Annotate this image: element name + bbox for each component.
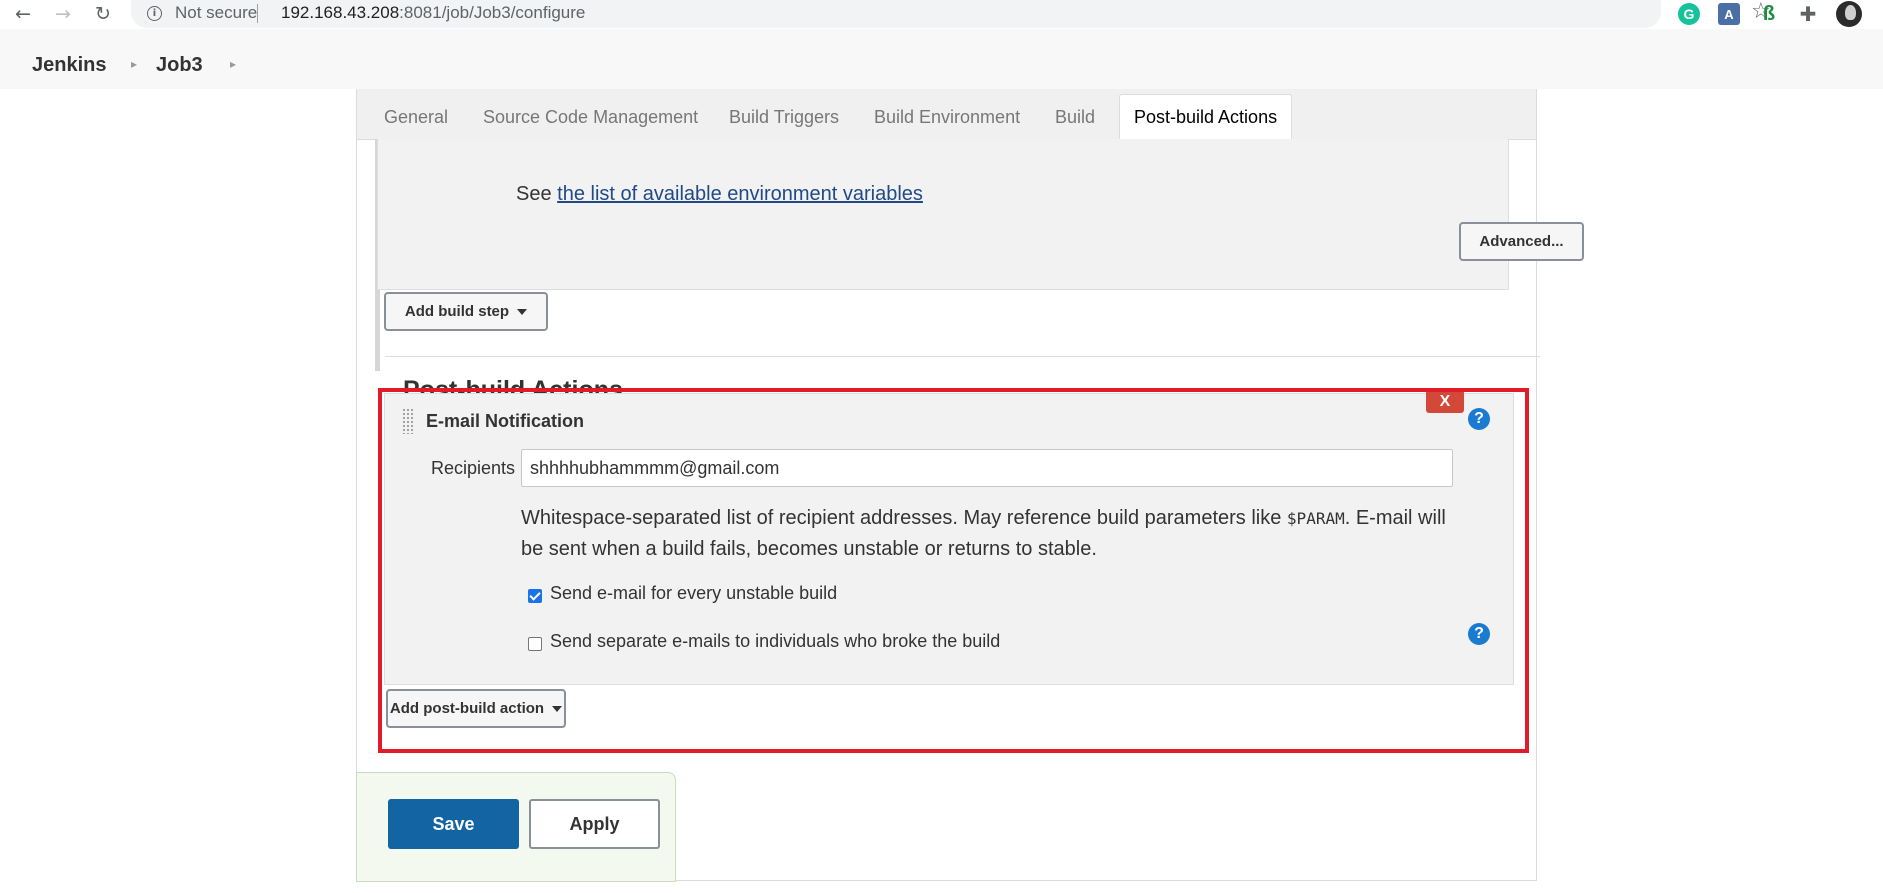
extensions-puzzle-icon[interactable]: ✚ (1797, 3, 1819, 26)
caret-down-icon (517, 308, 528, 315)
grammarly-extension-icon[interactable]: G (1678, 3, 1700, 25)
add-build-step-label: Add build step (404, 303, 510, 320)
env-vars-hint: See the list of available environment va… (516, 183, 923, 206)
profile-avatar[interactable] (1836, 1, 1862, 27)
env-vars-link[interactable]: the list of available environment variab… (557, 183, 923, 205)
tab-build-triggers[interactable]: Build Triggers (729, 107, 839, 128)
breadcrumb-job3[interactable]: Job3 (156, 54, 203, 77)
breadcrumb-chevron-icon[interactable]: ▸ (230, 57, 236, 71)
security-label: Not secure (175, 3, 258, 22)
breadcrumb-jenkins[interactable]: Jenkins (32, 54, 106, 77)
address-separator (257, 4, 258, 23)
tab-general[interactable]: General (384, 107, 448, 128)
config-tabs: General Source Code Management Build Tri… (357, 89, 1536, 140)
tab-build-environment[interactable]: Build Environment (874, 107, 1020, 128)
advanced-button[interactable]: Advanced... (1459, 222, 1584, 261)
url-text[interactable]: 192.168.43.208:8081/job/Job3/configure (281, 3, 585, 23)
tab-post-build-actions[interactable]: Post-build Actions (1119, 94, 1293, 140)
address-bar[interactable]: i Not secure 192.168.43.208:8081/job/Job… (131, 0, 1771, 28)
reload-icon[interactable]: ↻ (92, 3, 114, 25)
tab-source-code-management[interactable]: Source Code Management (483, 107, 698, 128)
build-section: See the list of available environment va… (377, 139, 1584, 404)
section-divider (385, 356, 1540, 357)
url-host: 192.168.43.208 (281, 3, 400, 22)
url-path: :8081/job/Job3/configure (399, 3, 586, 22)
save-button[interactable]: Save (388, 799, 519, 849)
breadcrumb-chevron-icon[interactable]: ▸ (131, 57, 137, 71)
apply-button[interactable]: Apply (529, 799, 660, 849)
breadcrumb: Jenkins ▸ Job3 ▸ (0, 29, 1883, 89)
save-bar: Save Apply (356, 772, 676, 882)
browser-toolbar: ← → ↻ i Not secure 192.168.43.208:8081/j… (0, 0, 1883, 29)
forward-arrow-icon[interactable]: → (52, 3, 74, 25)
translate-extension-icon[interactable]: A (1718, 3, 1740, 25)
back-arrow-icon[interactable]: ← (12, 3, 34, 25)
see-prefix: See (516, 183, 552, 205)
info-icon[interactable]: i (147, 6, 162, 21)
add-build-step-button[interactable]: Add build step (384, 292, 548, 331)
tab-build[interactable]: Build (1055, 107, 1095, 128)
red-highlight-box (378, 388, 1529, 753)
build-step-box: See the list of available environment va… (377, 139, 1584, 290)
green-extension-icon[interactable]: ß (1758, 3, 1780, 25)
